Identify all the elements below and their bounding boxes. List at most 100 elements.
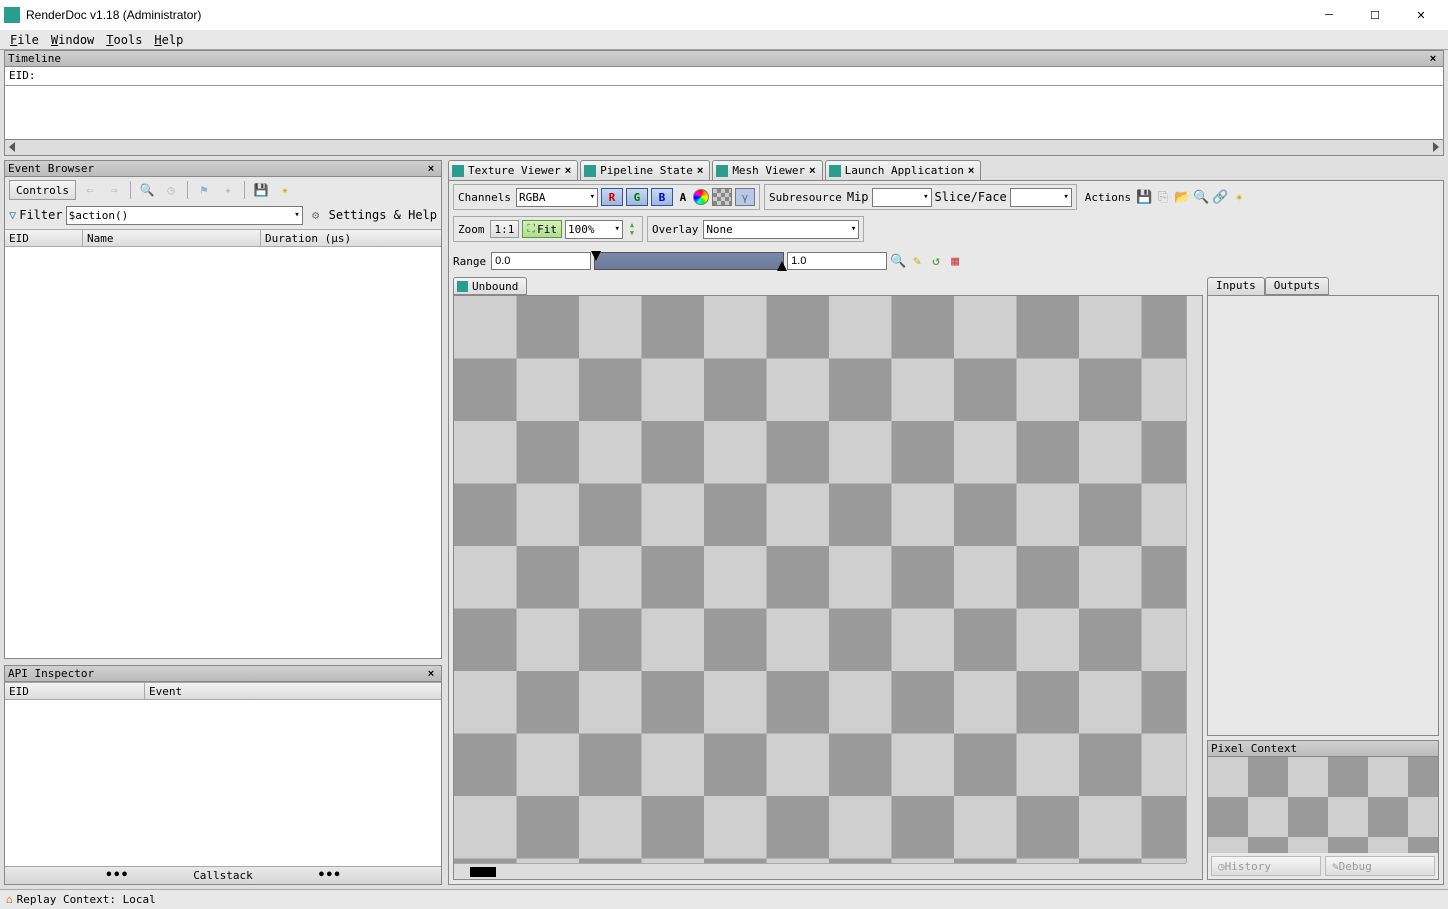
- unbound-tab[interactable]: Unbound: [453, 277, 527, 295]
- tab-icon: [829, 165, 841, 177]
- channels-label: Channels: [458, 191, 511, 204]
- dots-left-icon: •••: [105, 868, 128, 883]
- channel-r-button[interactable]: R: [601, 188, 623, 206]
- copy-icon[interactable]: ⎘: [1155, 189, 1171, 205]
- menu-file[interactable]: File: [6, 32, 43, 48]
- histogram-icon[interactable]: ▦: [947, 253, 963, 269]
- col-name[interactable]: Name: [83, 230, 261, 246]
- extension-icon[interactable]: ✴: [275, 180, 295, 200]
- horizontal-scrollbar[interactable]: [454, 863, 1186, 879]
- range-handle-right-icon[interactable]: [777, 261, 787, 271]
- timeline-title: Timeline ×: [4, 50, 1444, 66]
- timeline-close-icon[interactable]: ×: [1426, 53, 1440, 65]
- close-button[interactable]: ✕: [1398, 0, 1444, 30]
- history-button[interactable]: ◷ History: [1211, 856, 1321, 876]
- col-eid[interactable]: EID: [5, 230, 83, 246]
- filter-icon[interactable]: ▽: [9, 208, 16, 222]
- timeline-scrollbar[interactable]: [4, 140, 1444, 156]
- api-col-event[interactable]: Event: [145, 683, 441, 699]
- tab-close-icon[interactable]: ×: [697, 165, 703, 177]
- subresource-label: Subresource: [769, 191, 842, 204]
- link-icon[interactable]: 🔗: [1212, 189, 1228, 205]
- tab-close-icon[interactable]: ×: [565, 165, 571, 177]
- checker-toggle-button[interactable]: [712, 188, 732, 206]
- range-label: Range: [453, 255, 486, 268]
- save-texture-icon[interactable]: 💾: [1136, 189, 1152, 205]
- tab-launch-application[interactable]: Launch Application ×: [825, 160, 982, 180]
- range-max-input[interactable]: [787, 252, 887, 270]
- tab-label: Launch Application: [845, 164, 964, 177]
- color-wheel-icon[interactable]: [693, 189, 709, 205]
- texture-viewport[interactable]: [453, 295, 1203, 880]
- tab-mesh-viewer[interactable]: Mesh Viewer ×: [712, 160, 822, 180]
- range-handle-left-icon[interactable]: [591, 251, 601, 261]
- reset-icon[interactable]: ↺: [928, 253, 944, 269]
- zoom-fit-button[interactable]: ⛶Fit: [522, 220, 562, 238]
- filter-input[interactable]: $action() ▾: [66, 206, 303, 225]
- gamma-button[interactable]: γ: [735, 188, 755, 206]
- api-inspector-table-body[interactable]: [5, 700, 441, 866]
- tab-label: Texture Viewer: [468, 164, 561, 177]
- tab-close-icon[interactable]: ×: [968, 165, 974, 177]
- range-min-input[interactable]: [491, 252, 591, 270]
- nav-back-icon[interactable]: ⇐: [80, 180, 100, 200]
- io-tabs: Inputs Outputs: [1207, 277, 1439, 295]
- menu-window[interactable]: Window: [47, 32, 98, 48]
- actions-label: Actions: [1085, 191, 1131, 204]
- outputs-tab[interactable]: Outputs: [1265, 277, 1329, 295]
- pixel-context-title: Pixel Context: [1207, 740, 1439, 756]
- channel-a-button[interactable]: A: [676, 188, 690, 206]
- minimize-button[interactable]: ─: [1306, 0, 1352, 30]
- api-col-eid[interactable]: EID: [5, 683, 145, 699]
- range-slider[interactable]: [594, 252, 784, 270]
- zoom-1to1-button[interactable]: 1:1: [490, 220, 520, 238]
- save-icon[interactable]: 💾: [251, 180, 271, 200]
- event-browser-table-body[interactable]: [5, 247, 441, 658]
- debug-label: Debug: [1339, 860, 1372, 873]
- api-inspector-panel: API Inspector × EID Event ••• Callstack …: [4, 665, 442, 885]
- timeline-body[interactable]: EID:: [4, 66, 1444, 140]
- bookmark-icon[interactable]: ⚑: [194, 180, 214, 200]
- controls-button[interactable]: Controls: [9, 180, 76, 200]
- maximize-button[interactable]: ☐: [1352, 0, 1398, 30]
- gear-icon[interactable]: ⚙: [306, 205, 326, 225]
- mip-combo[interactable]: ▾: [872, 188, 932, 207]
- menu-tools[interactable]: Tools: [102, 32, 146, 48]
- vertical-scrollbar[interactable]: [1186, 296, 1202, 863]
- menu-help[interactable]: Help: [150, 32, 187, 48]
- channel-b-button[interactable]: B: [651, 188, 673, 206]
- inputs-tab[interactable]: Inputs: [1207, 277, 1265, 295]
- event-browser-close-icon[interactable]: ×: [424, 163, 438, 175]
- tab-label: Pipeline State: [600, 164, 693, 177]
- sliceface-combo[interactable]: ▾: [1010, 188, 1072, 207]
- zoom-combo[interactable]: 100% ▾: [565, 220, 623, 239]
- channel-g-button[interactable]: G: [626, 188, 648, 206]
- clock-icon[interactable]: ◷: [161, 180, 181, 200]
- chevron-down-icon: ▾: [1063, 192, 1068, 202]
- channels-combo[interactable]: RGBA ▾: [516, 188, 598, 207]
- overlay-combo[interactable]: None ▾: [703, 220, 859, 239]
- open-texture-icon[interactable]: 📂: [1174, 189, 1190, 205]
- star-icon[interactable]: ✴: [1231, 189, 1247, 205]
- texture-viewer: Channels RGBA ▾ R G B A γ Subresource Mi…: [448, 180, 1444, 885]
- api-inspector-close-icon[interactable]: ×: [424, 668, 438, 680]
- bookmark-clear-icon[interactable]: ✦: [218, 180, 238, 200]
- io-body[interactable]: [1207, 295, 1439, 736]
- goto-icon[interactable]: 🔍: [1193, 189, 1209, 205]
- tab-close-icon[interactable]: ×: [809, 165, 815, 177]
- tab-texture-viewer[interactable]: Texture Viewer ×: [448, 160, 578, 180]
- debug-button[interactable]: ✎ Debug: [1325, 856, 1435, 876]
- col-duration[interactable]: Duration (µs): [261, 230, 441, 246]
- tab-icon: [584, 165, 596, 177]
- callstack-bar[interactable]: ••• Callstack •••: [5, 866, 441, 884]
- replay-context-label: Replay Context: Local: [17, 893, 156, 906]
- nav-forward-icon[interactable]: ⇒: [104, 180, 124, 200]
- find-icon[interactable]: 🔍: [137, 180, 157, 200]
- zoom-range-icon[interactable]: 🔍: [890, 253, 906, 269]
- pixel-context-view[interactable]: [1208, 757, 1438, 853]
- wand-icon[interactable]: ✎: [909, 253, 925, 269]
- zoom-updown-icon[interactable]: ▲▼: [626, 220, 638, 238]
- overlay-value: None: [706, 223, 733, 236]
- settings-help-label[interactable]: Settings & Help: [329, 208, 437, 222]
- tab-pipeline-state[interactable]: Pipeline State ×: [580, 160, 710, 180]
